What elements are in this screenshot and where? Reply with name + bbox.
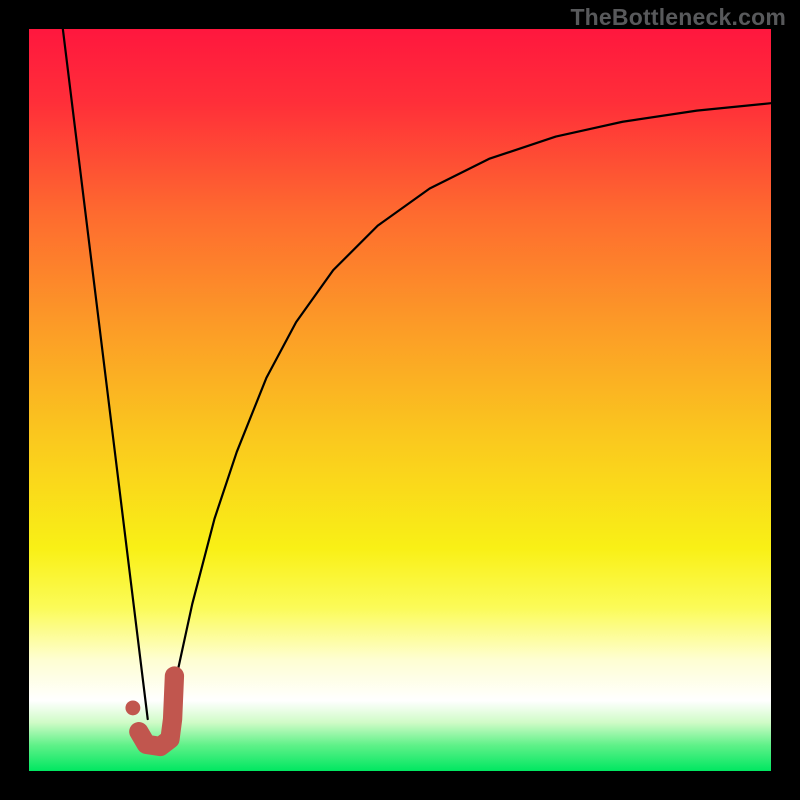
chart-frame: TheBottleneck.com (0, 0, 800, 800)
dot_marker (125, 701, 140, 716)
chart-svg (29, 29, 771, 771)
plot-area (29, 29, 771, 771)
watermark-text: TheBottleneck.com (570, 4, 786, 31)
